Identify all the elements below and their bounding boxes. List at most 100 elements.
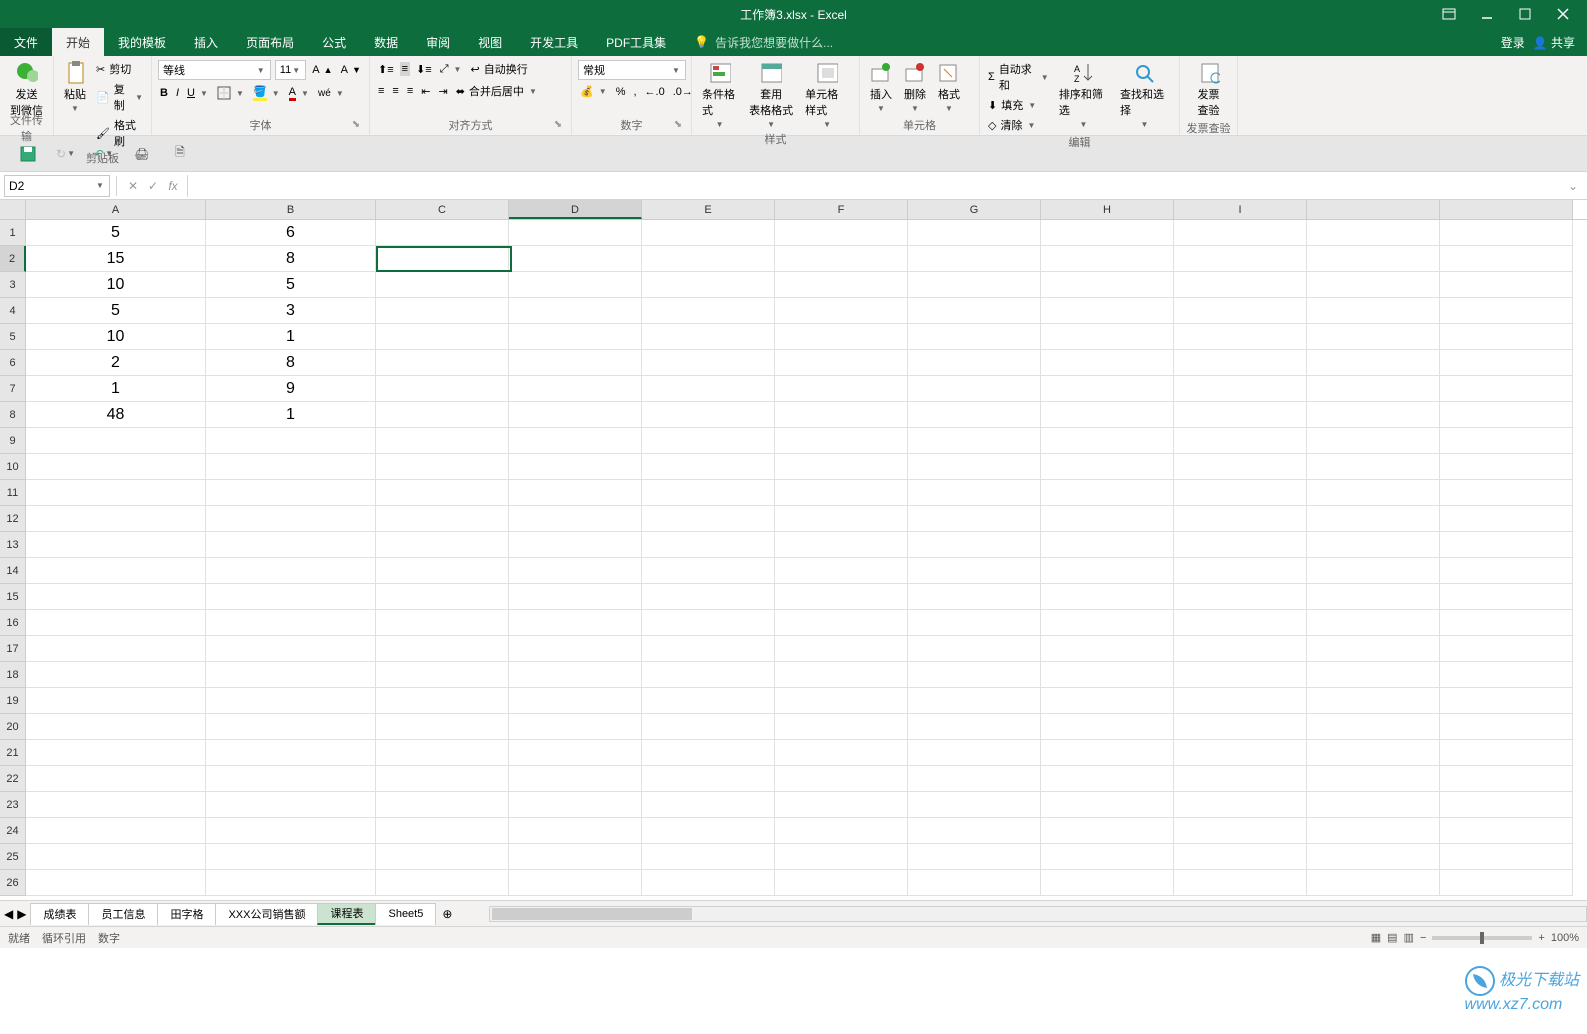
tab-dev[interactable]: 开发工具 [516,28,592,56]
accounting-format-button[interactable]: 💰▼ [578,84,610,99]
column-header[interactable]: C [376,200,509,219]
cell[interactable] [1174,480,1307,506]
cell[interactable] [1174,428,1307,454]
cell[interactable] [26,870,206,896]
tab-review[interactable]: 审阅 [412,28,464,56]
cell[interactable] [206,480,376,506]
insert-function-button[interactable]: fx [163,176,183,196]
cell[interactable] [509,376,642,402]
cancel-formula-button[interactable]: ✕ [123,176,143,196]
cell[interactable] [1307,454,1440,480]
page-break-view-button[interactable]: ▥ [1404,931,1414,944]
chevron-down-icon[interactable]: ▼ [598,87,608,96]
column-header[interactable]: A [26,200,206,219]
cell[interactable] [376,506,509,532]
row-header[interactable]: 19 [0,688,26,714]
cell[interactable] [376,766,509,792]
cell[interactable] [642,740,775,766]
cell[interactable] [26,714,206,740]
cell[interactable] [775,220,908,246]
cell[interactable] [1440,844,1573,870]
chevron-down-icon[interactable]: ▼ [256,66,266,75]
row-header[interactable]: 18 [0,662,26,688]
cell[interactable] [1307,818,1440,844]
cell[interactable] [1440,454,1573,480]
cell[interactable] [1307,844,1440,870]
cell[interactable] [642,532,775,558]
cell[interactable] [1307,272,1440,298]
cell[interactable] [509,636,642,662]
expand-formula-bar-button[interactable]: ⌄ [1563,176,1583,196]
cell[interactable] [775,324,908,350]
cell[interactable] [1174,584,1307,610]
cell[interactable] [1041,818,1174,844]
cell[interactable] [642,636,775,662]
cell[interactable] [1440,818,1573,844]
phonetic-button[interactable]: wé▼ [316,87,347,100]
cell[interactable]: 1 [26,376,206,402]
cell[interactable] [1174,662,1307,688]
cell[interactable] [1174,324,1307,350]
cell[interactable] [1440,636,1573,662]
tab-home[interactable]: 开始 [52,28,104,56]
row-header[interactable]: 15 [0,584,26,610]
cell[interactable] [642,818,775,844]
cell[interactable] [509,246,642,272]
format-table-button[interactable]: 套用 表格格式▼ [745,60,797,131]
copy-button[interactable]: 📄复制▼ [94,80,145,114]
align-right-button[interactable]: ≡ [405,84,415,98]
chevron-down-icon[interactable]: ▼ [135,93,143,102]
decrease-font-button[interactable]: A▼ [339,63,363,77]
cell[interactable] [206,428,376,454]
cell[interactable] [1174,870,1307,896]
zoom-slider[interactable] [1432,936,1532,940]
cell[interactable] [1440,558,1573,584]
cell[interactable] [509,454,642,480]
cell[interactable] [1307,870,1440,896]
wrap-text-button[interactable]: ↩自动换行 [469,60,530,78]
cell[interactable] [908,376,1041,402]
maximize-icon[interactable] [1507,3,1543,25]
prev-sheet-button[interactable]: ◀ [4,907,13,921]
cell[interactable] [1307,636,1440,662]
cell[interactable] [1174,766,1307,792]
cell[interactable] [206,506,376,532]
cell[interactable] [1041,480,1174,506]
cell[interactable] [1307,480,1440,506]
align-middle-button[interactable]: ≡ [400,62,410,76]
cell[interactable] [1307,584,1440,610]
cell[interactable] [908,662,1041,688]
cell[interactable] [376,662,509,688]
cell[interactable] [1174,740,1307,766]
cell[interactable] [642,610,775,636]
cell[interactable] [1041,454,1174,480]
minimize-icon[interactable] [1469,3,1505,25]
cell[interactable] [1041,584,1174,610]
cell[interactable] [908,402,1041,428]
cell[interactable] [1174,298,1307,324]
cell[interactable] [1440,506,1573,532]
cell[interactable] [1440,740,1573,766]
cell[interactable] [376,714,509,740]
cell[interactable] [1041,428,1174,454]
cell[interactable] [26,688,206,714]
tab-data[interactable]: 数据 [360,28,412,56]
cell[interactable] [1307,298,1440,324]
cell[interactable] [509,870,642,896]
cell[interactable] [376,844,509,870]
cell[interactable] [642,402,775,428]
cell[interactable] [775,870,908,896]
cell[interactable]: 5 [206,272,376,298]
cell[interactable] [908,584,1041,610]
row-header[interactable]: 13 [0,532,26,558]
cell[interactable] [1041,532,1174,558]
cell[interactable] [26,480,206,506]
cell[interactable] [509,714,642,740]
cell[interactable]: 9 [206,376,376,402]
cell[interactable] [908,532,1041,558]
row-header[interactable]: 9 [0,428,26,454]
tab-templates[interactable]: 我的模板 [104,28,180,56]
cell[interactable] [376,792,509,818]
cell[interactable] [376,246,509,272]
cell[interactable] [1307,246,1440,272]
